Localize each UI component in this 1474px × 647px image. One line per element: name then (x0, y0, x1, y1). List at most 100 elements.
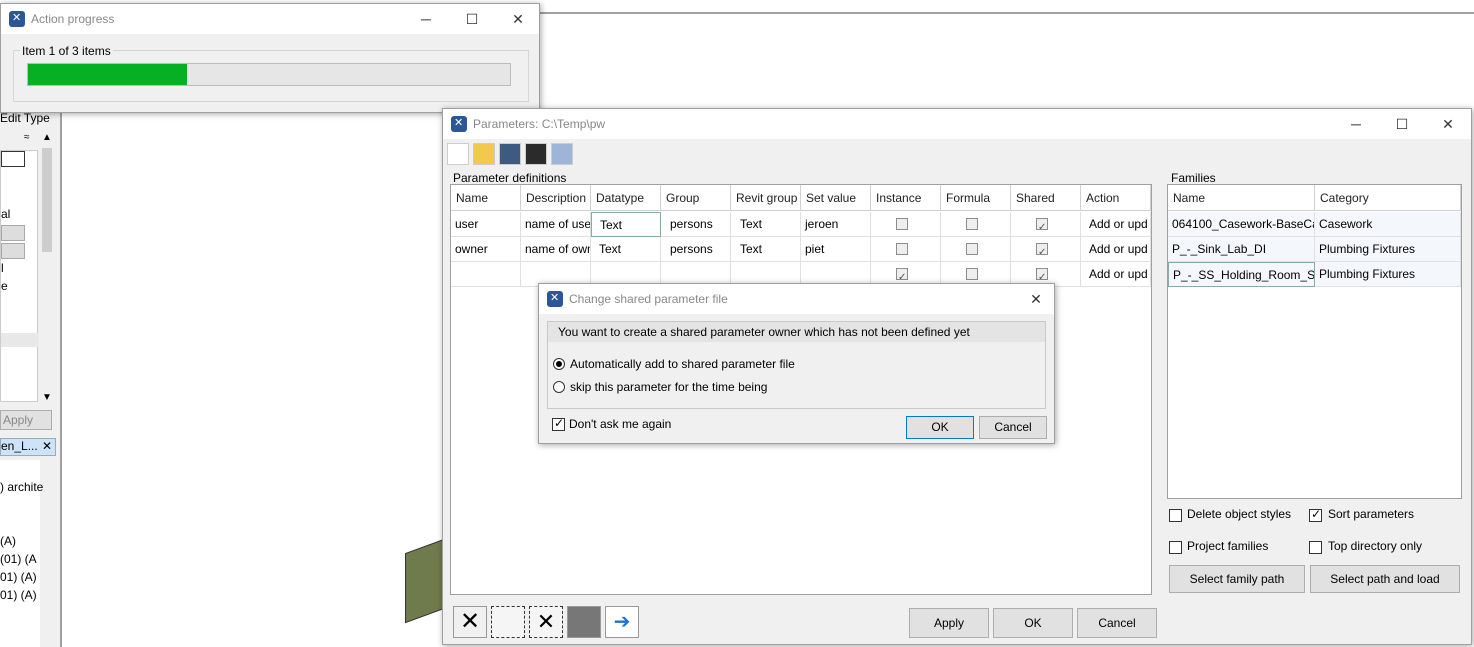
delete-icon[interactable]: ✕ (453, 606, 487, 638)
formula-cell[interactable] (941, 212, 1011, 237)
action-cell[interactable]: Add or upd (1081, 262, 1151, 287)
family-category-cell[interactable]: Plumbing Fixtures (1315, 262, 1461, 287)
name-cell[interactable]: owner (451, 237, 521, 262)
edit-type-label[interactable]: Edit Type (0, 111, 50, 125)
progress-label: Item 1 of 3 items (20, 44, 113, 58)
open-folder-icon[interactable] (473, 143, 495, 165)
select-family-path-button[interactable]: Select family path (1169, 565, 1305, 593)
scroll-up-icon[interactable]: ▲ (42, 132, 52, 143)
refresh-icon[interactable] (567, 606, 601, 638)
browser-tab[interactable]: en_L... ✕ (0, 438, 56, 456)
scroll-down-icon[interactable]: ▼ (42, 392, 52, 403)
project-families-checkbox[interactable] (1169, 541, 1182, 554)
window-title: Action progress (31, 12, 115, 26)
list-icon[interactable] (551, 143, 573, 165)
set_value-cell[interactable]: piet (801, 237, 871, 262)
shared-checkbox[interactable] (1036, 266, 1048, 286)
column-header[interactable]: Revit group (731, 185, 801, 211)
close-icon[interactable]: ✕ (495, 4, 541, 34)
action-cell[interactable]: Add or upd (1081, 212, 1151, 237)
tree-item[interactable]: (01) (A (0, 552, 37, 566)
select-icon[interactable] (491, 606, 525, 638)
description-cell[interactable]: name of own (521, 237, 591, 262)
close-icon[interactable]: ✕ (42, 439, 52, 453)
tree-item[interactable]: (A) (0, 534, 16, 548)
apply-button-bg[interactable]: Apply (0, 410, 52, 430)
tree-item[interactable]: 01) (A) (0, 588, 37, 602)
tree-item[interactable]: ) archite (0, 480, 43, 494)
shared-cell[interactable] (1011, 212, 1081, 237)
group-cell[interactable]: persons (661, 237, 731, 262)
shared-cell[interactable] (1011, 237, 1081, 262)
close-icon[interactable]: ✕ (1425, 109, 1471, 139)
minimize-icon[interactable]: ─ (403, 4, 449, 34)
maximize-icon[interactable]: ☐ (449, 4, 495, 34)
name-cell[interactable] (451, 262, 521, 287)
group-cell[interactable]: persons (661, 212, 731, 237)
column-header[interactable]: Description (521, 185, 591, 211)
dialog-cancel-button[interactable]: Cancel (979, 416, 1047, 439)
formula-checkbox[interactable] (966, 268, 978, 280)
maximize-icon[interactable]: ☐ (1379, 109, 1425, 139)
app-icon (547, 291, 563, 307)
parameters-titlebar[interactable]: Parameters: C:\Temp\pw (443, 109, 1471, 139)
shared-checkbox[interactable] (1036, 216, 1048, 236)
tree-item[interactable]: 01) (A) (0, 570, 37, 584)
revit_group-cell[interactable]: Text (731, 212, 801, 237)
dont-ask-checkbox[interactable] (552, 416, 565, 431)
collapse-icon[interactable]: ≈ (24, 132, 30, 143)
scrollbar[interactable]: ▲ ▼ (40, 132, 54, 406)
column-header[interactable]: Shared (1011, 185, 1081, 211)
instance-checkbox[interactable] (896, 266, 908, 286)
ok-button[interactable]: OK (993, 608, 1073, 638)
family-category-cell[interactable]: Casework (1315, 212, 1461, 237)
progress-window: Action progress ─ ☐ ✕ Item 1 of 3 items (0, 3, 540, 113)
column-header[interactable]: Instance (871, 185, 941, 211)
set_value-cell[interactable]: jeroen (801, 212, 871, 237)
instance-cell[interactable] (871, 237, 941, 262)
family-name-cell[interactable]: P_-_SS_Holding_Room_Sin (1168, 262, 1315, 287)
top-directory-only-label: Top directory only (1328, 539, 1423, 553)
column-header[interactable]: Datatype (591, 185, 661, 211)
delete-object-styles-checkbox[interactable] (1169, 509, 1182, 522)
name-cell[interactable]: user (451, 212, 521, 237)
datatype-cell[interactable]: Text (591, 237, 661, 262)
instance-checkbox[interactable] (896, 218, 908, 230)
apply-button[interactable]: Apply (909, 608, 989, 638)
formula-cell[interactable] (941, 237, 1011, 262)
new-file-icon[interactable] (447, 143, 469, 165)
cancel-button[interactable]: Cancel (1077, 608, 1157, 638)
action-cell[interactable]: Add or upd (1081, 237, 1151, 262)
family-column-header[interactable]: Name (1168, 185, 1315, 211)
deselect-icon[interactable]: ✕ (529, 606, 563, 638)
revit_group-cell[interactable]: Text (731, 237, 801, 262)
skip-parameter-radio[interactable] (553, 381, 565, 393)
dialog-ok-button[interactable]: OK (906, 416, 974, 439)
column-header[interactable]: Name (451, 185, 521, 211)
family-category-cell[interactable]: Plumbing Fixtures (1315, 237, 1461, 262)
family-name-cell[interactable]: P_-_Sink_Lab_DI (1168, 237, 1315, 262)
column-header[interactable]: Set value (801, 185, 871, 211)
minimize-icon[interactable]: ─ (1333, 109, 1379, 139)
dialog-titlebar[interactable]: Change shared parameter file (539, 284, 1054, 314)
datatype-cell[interactable]: Text (591, 212, 661, 237)
top-directory-only-checkbox[interactable] (1309, 541, 1322, 554)
family-name-cell[interactable]: 064100_Casework-BaseCab (1168, 212, 1315, 237)
instance-checkbox[interactable] (896, 243, 908, 255)
column-header[interactable]: Group (661, 185, 731, 211)
formula-checkbox[interactable] (966, 243, 978, 255)
family-column-header[interactable]: Category (1315, 185, 1461, 211)
export-icon[interactable]: ➔ (605, 606, 639, 638)
column-header[interactable]: Action (1081, 185, 1151, 211)
save-as-icon[interactable] (525, 143, 547, 165)
sort-parameters-checkbox[interactable] (1309, 507, 1322, 522)
shared-checkbox[interactable] (1036, 241, 1048, 261)
description-cell[interactable]: name of user (521, 212, 591, 237)
instance-cell[interactable] (871, 212, 941, 237)
formula-checkbox[interactable] (966, 218, 978, 230)
auto-add-radio[interactable] (553, 358, 565, 370)
close-icon[interactable]: ✕ (1016, 284, 1056, 314)
select-path-and-load-button[interactable]: Select path and load (1310, 565, 1460, 593)
column-header[interactable]: Formula (941, 185, 1011, 211)
save-icon[interactable] (499, 143, 521, 165)
